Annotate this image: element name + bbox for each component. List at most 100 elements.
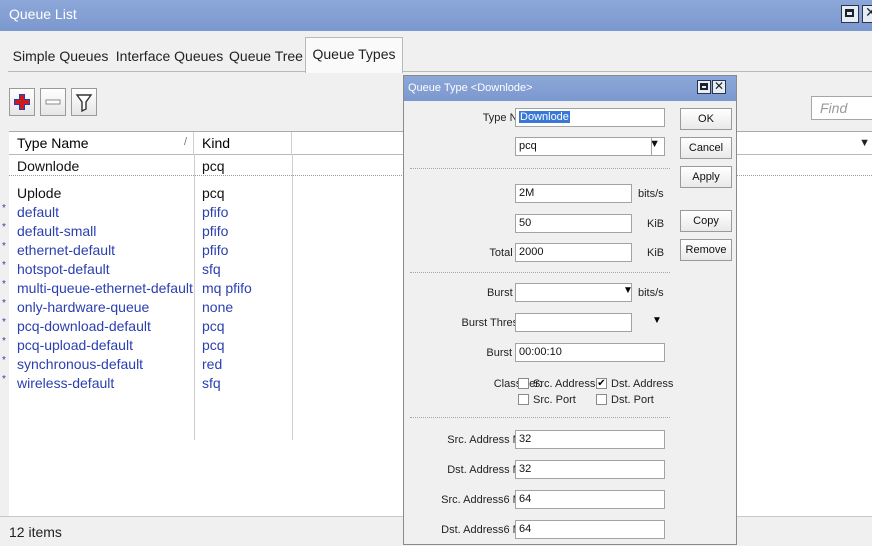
row-type-name: hotspot-default xyxy=(17,261,110,277)
item-count: 12 items xyxy=(9,524,62,540)
add-button[interactable] xyxy=(9,88,35,116)
burst-rate-unit: bits/s xyxy=(638,287,664,299)
default-marker: * xyxy=(2,222,6,233)
burst-time-value: 00:00:10 xyxy=(519,346,562,358)
default-marker: * xyxy=(2,355,6,366)
close-button[interactable]: ✕ xyxy=(862,4,872,23)
maximize-button[interactable] xyxy=(841,5,859,23)
section-divider xyxy=(410,272,670,273)
row-kind: pcq xyxy=(202,185,225,201)
row-type-name: only-hardware-queue xyxy=(17,299,150,315)
tab-interface-queues[interactable]: Interface Queues xyxy=(113,40,226,70)
row-kind: pcq xyxy=(202,318,225,334)
find-input[interactable]: Find xyxy=(811,96,872,120)
row-type-name: multi-queue-ethernet-default xyxy=(17,280,193,296)
ok-button[interactable]: OK xyxy=(680,108,732,130)
filter-icon xyxy=(75,94,93,113)
src-address-mask-field[interactable]: 32 xyxy=(515,430,665,449)
minus-icon xyxy=(45,99,61,105)
limit-value: 50 xyxy=(519,217,532,229)
column-header-kind[interactable]: Kind xyxy=(194,132,292,154)
tab-label: Simple Queues xyxy=(12,48,109,64)
default-marker: * xyxy=(2,260,6,271)
dst-address6-mask-value: 64 xyxy=(519,523,532,535)
dst-address-checkbox[interactable]: ✔ xyxy=(596,378,607,389)
tab-divider xyxy=(8,71,305,72)
src-address6-mask-field[interactable]: 64 xyxy=(515,490,665,509)
kind-value: pcq xyxy=(519,140,537,152)
dst-port-checkbox[interactable] xyxy=(596,394,607,405)
tab-simple-queues[interactable]: Simple Queues xyxy=(8,40,113,70)
limit-unit: KiB xyxy=(647,218,665,230)
dst-port-label: Dst. Port xyxy=(611,394,654,406)
row-type-name: Uplode xyxy=(17,185,62,201)
section-divider xyxy=(410,417,670,418)
row-kind: none xyxy=(202,299,234,315)
dst-address6-mask-field[interactable]: 64 xyxy=(515,520,665,539)
src-address-checkbox[interactable] xyxy=(518,378,529,389)
row-kind: red xyxy=(202,356,223,372)
row-kind: pfifo xyxy=(202,223,229,239)
row-type-name: pcq-download-default xyxy=(17,318,151,334)
filter-button[interactable] xyxy=(71,88,97,116)
dialog-title: Queue Type <Downlode> xyxy=(408,82,533,94)
tab-queue-types[interactable]: Queue Types xyxy=(305,37,403,73)
dst-address-label: Dst. Address xyxy=(611,378,674,390)
dropdown-icon[interactable]: ▼ xyxy=(652,315,662,326)
dialog-titlebar: Queue Type <Downlode> xyxy=(404,76,736,101)
default-marker: * xyxy=(2,298,6,309)
src-port-checkbox[interactable] xyxy=(518,394,529,405)
tab-label: Queue Tree xyxy=(229,48,303,64)
src-address-mask-value: 32 xyxy=(519,433,532,445)
rate-unit: bits/s xyxy=(638,188,664,200)
limit-field[interactable]: 50 xyxy=(515,214,632,233)
row-kind: pfifo xyxy=(202,204,229,220)
burst-rate-field[interactable] xyxy=(515,283,632,302)
default-marker: * xyxy=(2,317,6,328)
window-titlebar: Queue List xyxy=(0,0,872,31)
burst-threshold-field[interactable] xyxy=(515,313,632,332)
close-icon: ✕ xyxy=(865,4,872,20)
column-header-type-name[interactable]: Type Name / xyxy=(9,132,194,154)
row-kind: mq pfifo xyxy=(202,280,252,296)
default-marker: * xyxy=(2,374,6,385)
tab-divider xyxy=(403,71,872,72)
row-type-name: default xyxy=(17,204,60,220)
rate-field[interactable]: 2M xyxy=(515,184,632,203)
kind-select[interactable]: pcq ▼ xyxy=(515,137,665,156)
sort-indicator-icon: / xyxy=(183,136,187,148)
remove-button[interactable]: Remove xyxy=(680,239,732,261)
row-kind: sfq xyxy=(202,261,221,277)
remove-button[interactable] xyxy=(40,88,66,116)
tab-queue-tree[interactable]: Queue Tree xyxy=(226,40,306,70)
column-label: Kind xyxy=(202,135,231,151)
dialog-close-button[interactable]: ✕ xyxy=(712,80,726,94)
burst-time-field[interactable]: 00:00:10 xyxy=(515,343,665,362)
row-kind: pcq xyxy=(202,158,225,174)
row-type-name: pcq-upload-default xyxy=(17,337,133,353)
type-name-field[interactable]: Downlode xyxy=(515,108,665,127)
default-marker: * xyxy=(2,203,6,214)
maximize-icon xyxy=(845,9,854,17)
default-marker: * xyxy=(2,279,6,290)
tab-label: Queue Types xyxy=(312,46,396,62)
dst-address-mask-field[interactable]: 32 xyxy=(515,460,665,479)
queue-type-dialog: Queue Type <Downlode> ✕ Type Name: Downl… xyxy=(403,75,737,545)
dropdown-icon[interactable]: ▼ xyxy=(623,285,633,296)
cancel-button[interactable]: Cancel xyxy=(680,137,732,159)
copy-button[interactable]: Copy xyxy=(680,210,732,232)
dialog-maximize-button[interactable] xyxy=(697,80,711,94)
row-type-name: default-small xyxy=(17,223,97,239)
columns-dropdown-icon[interactable]: ▼ xyxy=(859,137,870,149)
row-kind: pcq xyxy=(202,337,225,353)
apply-button[interactable]: Apply xyxy=(680,166,732,188)
close-icon: ✕ xyxy=(713,79,725,93)
dst-address-mask-value: 32 xyxy=(519,463,532,475)
row-type-name: Downlode xyxy=(17,158,80,174)
window-title: Queue List xyxy=(9,6,77,22)
type-name-value: Downlode xyxy=(519,111,570,123)
row-type-name: synchronous-default xyxy=(17,356,144,372)
default-marker: * xyxy=(2,336,6,347)
kind-divider xyxy=(651,138,652,155)
total-limit-field[interactable]: 2000 xyxy=(515,243,632,262)
